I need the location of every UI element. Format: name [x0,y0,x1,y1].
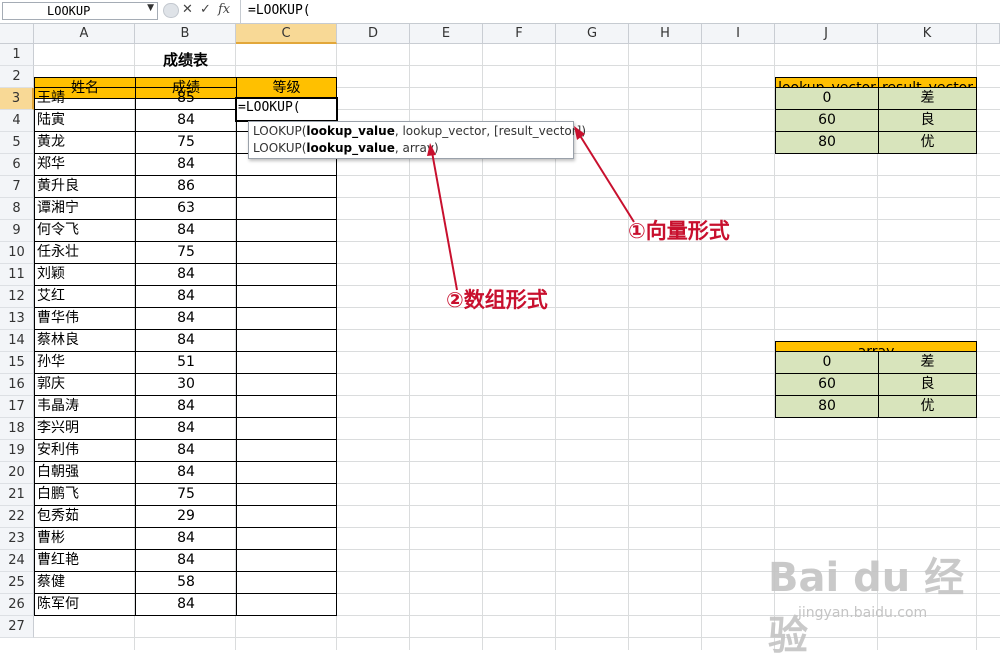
arrow-array-head [427,143,436,156]
watermark-url: jingyan.baidu.com [798,605,928,621]
arrow-vector-line [578,133,635,223]
arrow-vector-head [574,126,585,140]
arrow-array-line [431,151,458,291]
watermark-logo: Bai du 经验 [768,555,965,659]
annotation-array-form: ②数组形式 [446,288,548,312]
annotation-vector-form: ①向量形式 [628,219,730,243]
